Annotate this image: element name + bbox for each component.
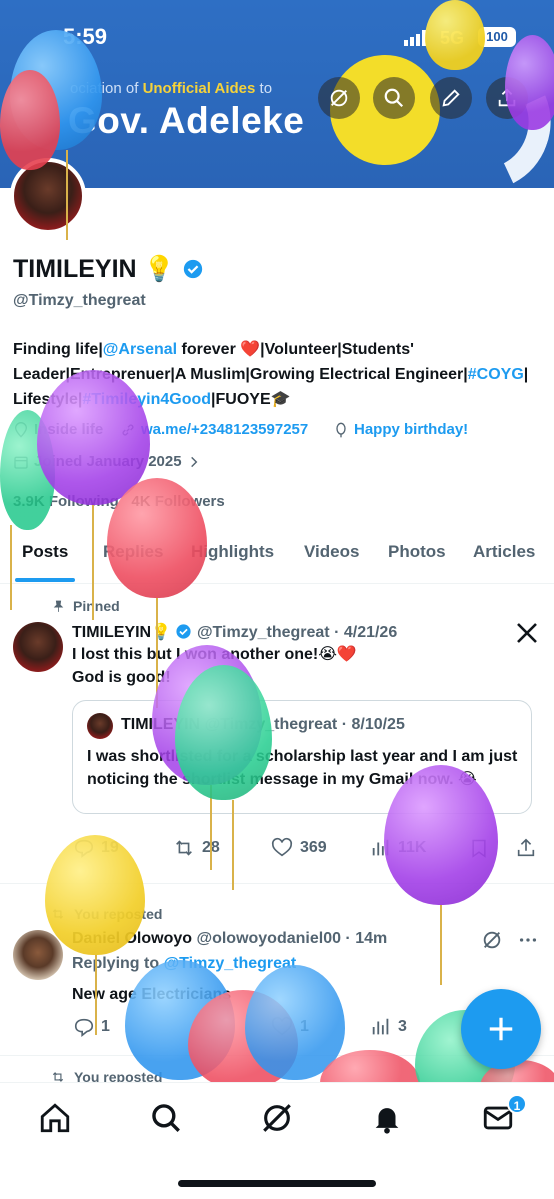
messages-badge: 1 xyxy=(507,1094,527,1114)
post-avatar[interactable] xyxy=(13,622,63,672)
bookmark-icon[interactable] xyxy=(469,837,489,859)
profile-bio: Finding life|@Arsenal forever ❤️|Volunte… xyxy=(13,341,529,408)
calendar-icon xyxy=(14,456,28,469)
replying-handle-link[interactable]: @Timzy_thegreat xyxy=(164,955,297,972)
tab-photos[interactable]: Photos xyxy=(388,542,446,562)
post-header: Daniel Olowoyo @olowoyodaniel00 · 14m xyxy=(72,930,388,947)
views-button[interactable]: 3 xyxy=(370,1016,407,1038)
quoted-post[interactable]: TIMILEYIN @Timzy_thegreat · 8/10/25 I wa… xyxy=(72,700,532,814)
profile-name: TIMILEYIN 💡 xyxy=(13,255,204,284)
status-time: 5:59 xyxy=(63,24,108,49)
quoted-header: TIMILEYIN @Timzy_thegreat · 8/10/25 xyxy=(121,716,405,733)
grok-button[interactable] xyxy=(318,77,360,119)
banner-swirl xyxy=(411,43,554,188)
status-bar: 5:59 5G 100 xyxy=(0,18,554,58)
profile-handle: @Timzy_thegreat xyxy=(13,292,146,309)
balloon xyxy=(125,960,235,1080)
bell-icon[interactable] xyxy=(370,1101,404,1135)
battery-indicator: 100 xyxy=(478,27,516,47)
network-type: 5G xyxy=(440,28,465,48)
post-avatar[interactable] xyxy=(13,930,63,980)
profile-website[interactable]: wa.me/+2348123597257 xyxy=(120,421,308,438)
tab-videos[interactable]: Videos xyxy=(304,542,359,562)
profile-tabs: Posts Replies Highlights Videos Photos A… xyxy=(0,530,554,584)
grok-icon[interactable] xyxy=(260,1101,294,1135)
views-button[interactable]: 11K xyxy=(370,837,426,859)
balloon-string xyxy=(440,905,442,985)
chevron-right-icon xyxy=(190,456,197,467)
post-text: New age Electricians xyxy=(72,986,232,1003)
follow-stats: 3.9K Following 4K Followers xyxy=(13,493,225,510)
quoted-text: I was shortlisted for a scholarship last… xyxy=(87,748,518,788)
link-icon xyxy=(122,423,134,436)
repost-icon xyxy=(52,909,64,919)
more-icon[interactable] xyxy=(517,929,539,951)
tab-posts[interactable]: Posts xyxy=(22,542,68,562)
banner-title: Gov. Adeleke xyxy=(68,100,305,141)
views-icon xyxy=(372,839,389,856)
verified-icon xyxy=(176,624,192,639)
post-text-line2: God is good! xyxy=(72,669,171,686)
name-emoji: 💡 xyxy=(143,255,175,283)
share-button[interactable] xyxy=(486,77,528,119)
pin-icon xyxy=(53,600,64,612)
share-icon xyxy=(498,88,516,107)
views-icon xyxy=(372,1018,389,1035)
quoted-avatar xyxy=(87,713,113,739)
profile-birthday[interactable]: Happy birthday! xyxy=(333,421,468,438)
home-indicator xyxy=(178,1180,376,1187)
search-icon[interactable] xyxy=(149,1101,183,1135)
banner-subtitle: ociation of Unofficial Aides to xyxy=(70,80,273,97)
reply-button[interactable]: 19 xyxy=(73,837,119,859)
profile-joined[interactable]: Joined January 2025 xyxy=(13,453,201,470)
mention-link[interactable]: @Arsenal xyxy=(103,341,177,358)
tab-replies[interactable]: Replies xyxy=(103,542,163,562)
verified-icon[interactable] xyxy=(182,258,204,280)
home-icon[interactable] xyxy=(38,1101,72,1135)
repost-icon xyxy=(176,840,192,856)
location-icon xyxy=(14,421,28,438)
x-logo-icon[interactable] xyxy=(515,621,539,645)
like-button[interactable]: 369 xyxy=(270,837,327,859)
edit-button[interactable] xyxy=(430,77,472,119)
post-divider xyxy=(0,883,554,884)
profile-location: Inside life xyxy=(13,421,103,438)
pinned-label: Pinned xyxy=(52,598,120,614)
grok-icon xyxy=(330,89,348,107)
tab-highlights[interactable]: Highlights xyxy=(191,542,274,562)
reply-icon xyxy=(74,1018,94,1037)
search-icon xyxy=(384,88,404,108)
edit-icon xyxy=(442,89,460,107)
reposted-label: You reposted xyxy=(50,906,162,922)
like-button[interactable]: 1 xyxy=(270,1016,309,1038)
active-tab-indicator xyxy=(15,578,75,582)
replying-to: Replying to @Timzy_thegreat xyxy=(72,955,297,972)
like-icon xyxy=(271,1016,293,1036)
hashtag-link[interactable]: #COYG xyxy=(468,366,524,383)
share-icon[interactable] xyxy=(515,837,537,859)
compose-post-button[interactable] xyxy=(461,989,541,1069)
tab-articles[interactable]: Articles xyxy=(473,542,535,562)
plus-icon xyxy=(489,1017,513,1041)
reply-icon xyxy=(74,839,94,858)
reply-button[interactable]: 1 xyxy=(73,1016,110,1038)
post-header: TIMILEYIN💡 @Timzy_thegreat · 4/21/26 xyxy=(72,624,398,641)
grok-icon[interactable] xyxy=(481,929,503,951)
hashtag-link[interactable]: #Timileyin4Good xyxy=(82,391,211,408)
profile-avatar[interactable] xyxy=(10,158,86,234)
search-button[interactable] xyxy=(373,77,415,119)
repost-button[interactable]: 28 xyxy=(172,837,220,859)
followers-link[interactable]: 4K Followers xyxy=(131,493,224,510)
following-link[interactable]: 3.9K Following xyxy=(13,493,119,510)
post-text-line1: I lost this but I won another one!😭❤️ xyxy=(72,646,357,663)
signal-icon xyxy=(404,30,426,46)
balloon-icon xyxy=(336,422,346,437)
like-icon xyxy=(271,837,293,857)
